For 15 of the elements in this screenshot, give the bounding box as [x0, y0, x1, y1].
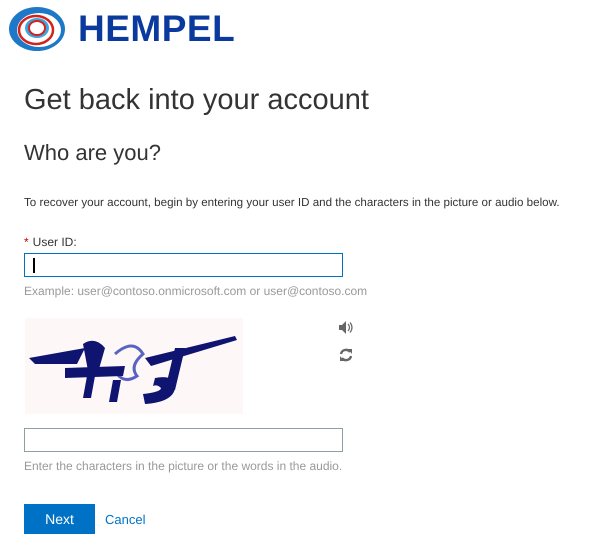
- characters-field[interactable]: [24, 428, 343, 452]
- field-hint: Enter the characters in the picture or the words in the audio.: [24, 459, 344, 473]
- logo-icon: [8, 6, 66, 52]
- next-button[interactable]: Next: [24, 504, 95, 534]
- required-mark: *: [24, 235, 29, 249]
- refresh-icon[interactable]: [339, 348, 353, 362]
- user-id-field[interactable]: [24, 253, 343, 277]
- page-title: Get back into your account: [24, 83, 370, 118]
- field-hint: Example: user@contoso.onmicrosoft.com or user@contoso.com: [24, 284, 368, 298]
- logo-text: HEMPEL: [78, 8, 236, 50]
- instructions-text: To recover your account, begin by entering your user ID and the characters in the picture or audio below.: [24, 196, 561, 209]
- field-label: User ID:: [32, 235, 77, 249]
- speaker-icon[interactable]: [339, 321, 354, 334]
- section-heading: Who are you?: [24, 139, 162, 167]
- cancel-link[interactable]: Cancel: [105, 512, 146, 526]
